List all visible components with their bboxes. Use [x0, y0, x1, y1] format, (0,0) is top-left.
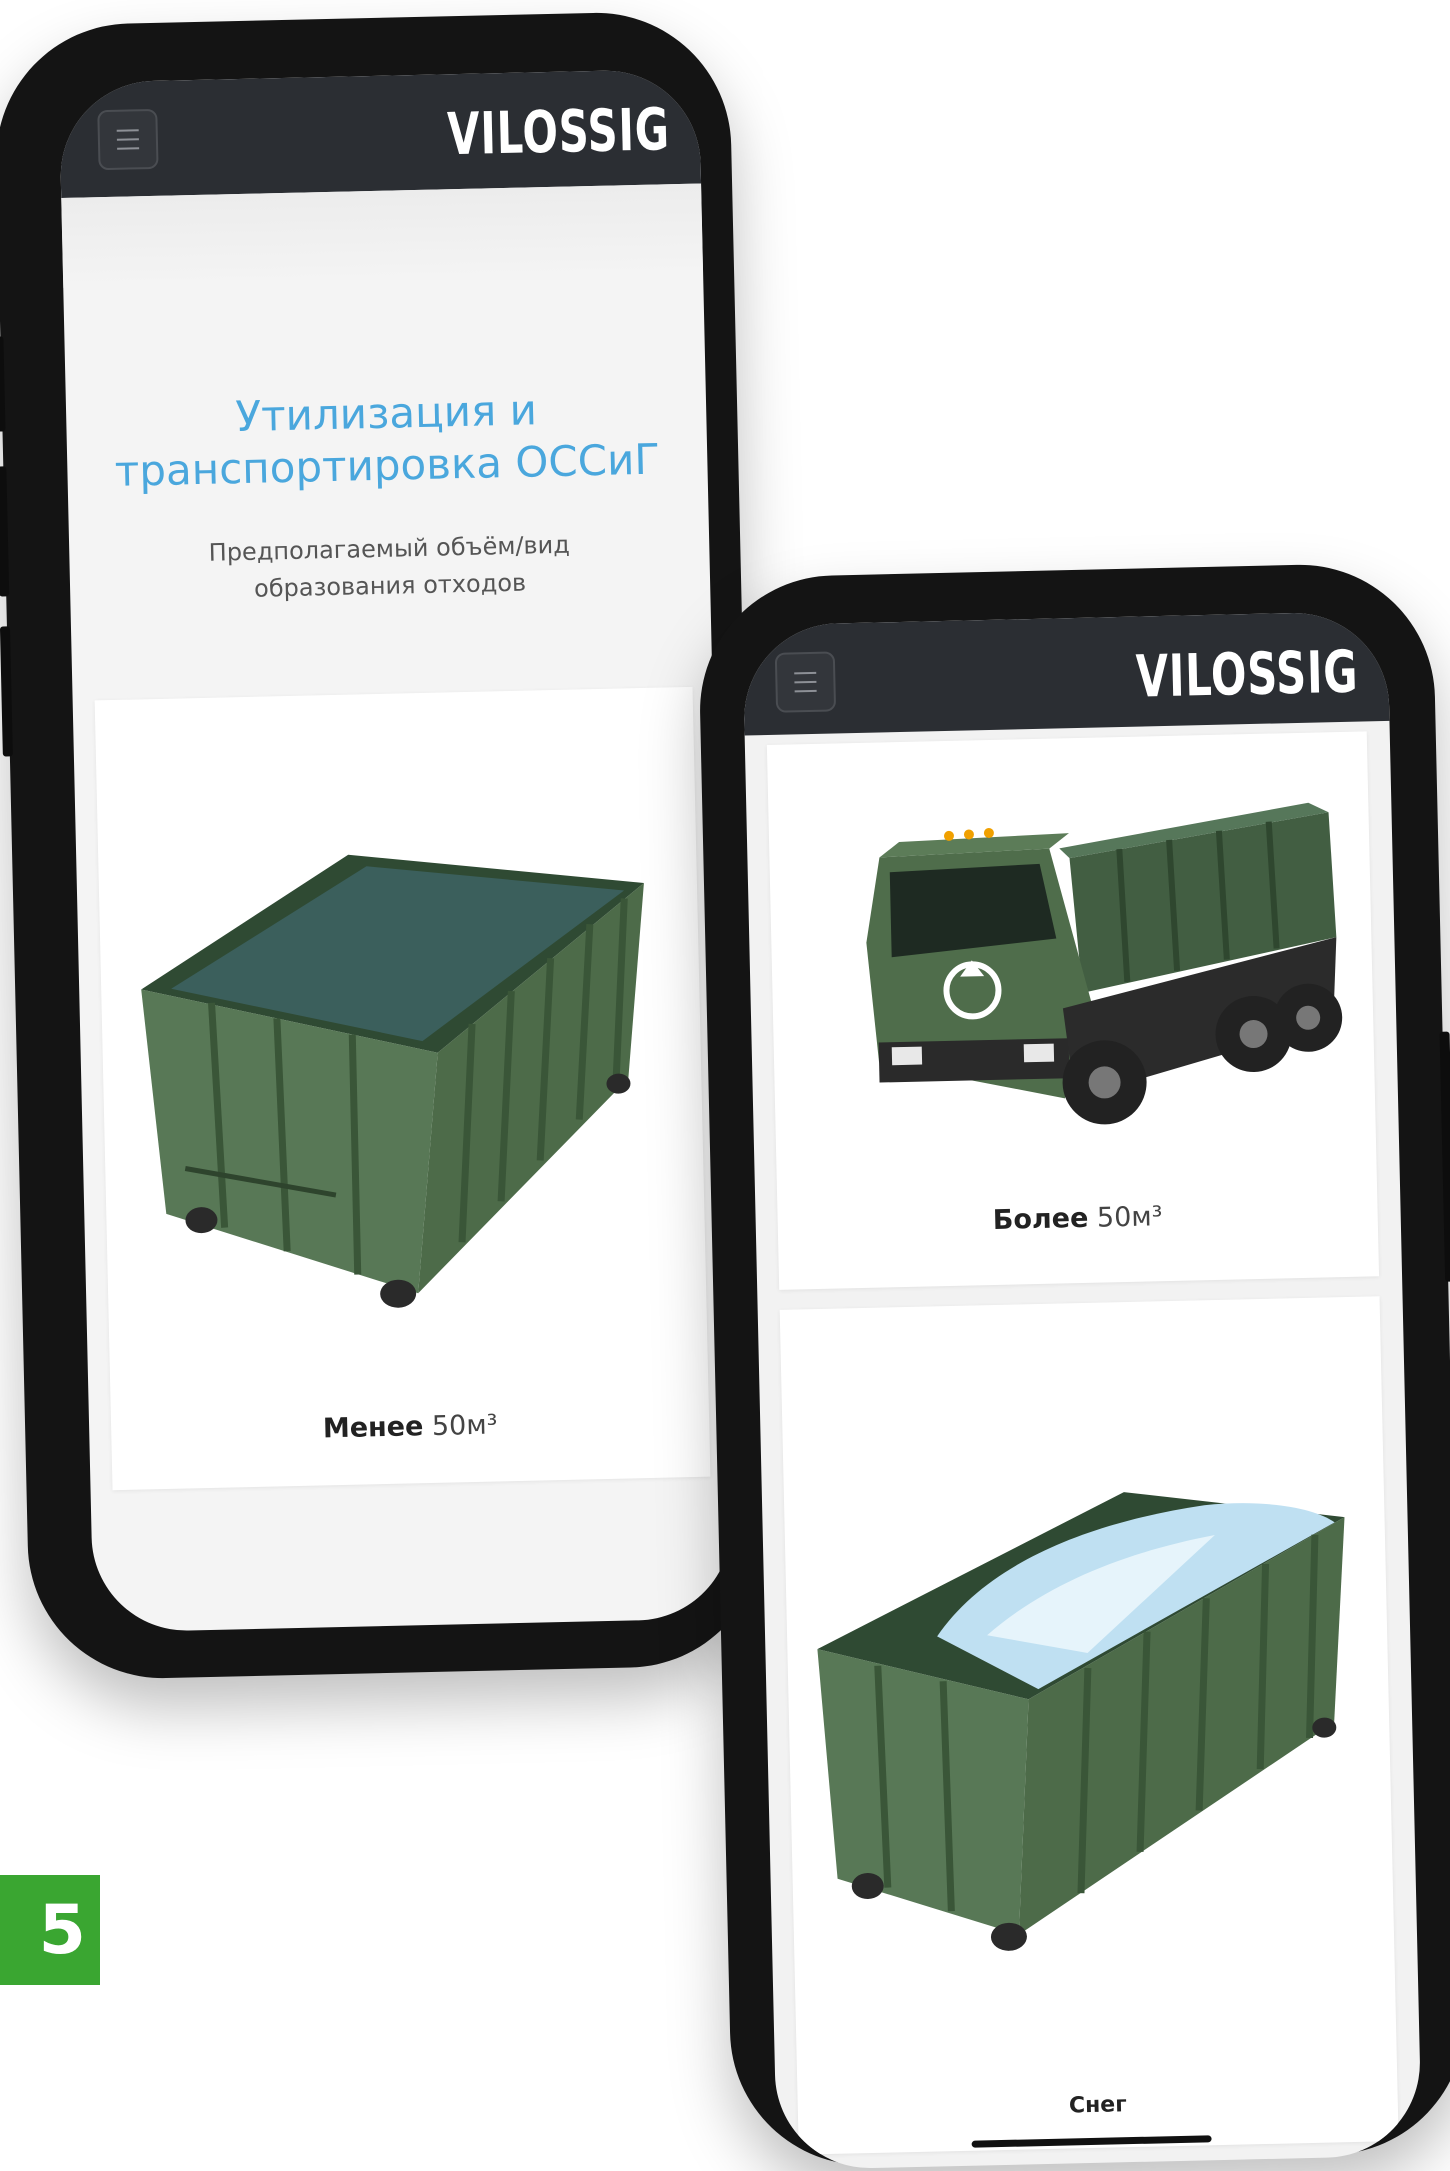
option-label-bold: Менее	[322, 1411, 424, 1445]
menu-button[interactable]	[774, 651, 837, 713]
option-card-less-50[interactable]: Менее 50м³	[94, 686, 711, 1491]
phone-frame-1: VILOSSIG Утилизация и транспортировка ОС…	[0, 9, 766, 1682]
menu-icon	[794, 671, 817, 675]
option-label: Менее 50м³	[111, 1405, 710, 1450]
option-label-bold: Более	[992, 1202, 1089, 1236]
option-label-volume: 50м³	[431, 1409, 498, 1442]
option-label-volume: 50м³	[1096, 1201, 1163, 1234]
phone-screen-2: VILOSSIG Более 50м³ Снег	[742, 610, 1423, 2171]
snow-container-image	[817, 1492, 1345, 1951]
app-header: VILOSSIG	[58, 68, 702, 199]
brand-logo[interactable]: VILOSSIG	[1135, 638, 1359, 711]
option-card-snow[interactable]: Снег	[779, 1296, 1399, 2155]
page-subtitle: Предполагаемый объём/вид образования отх…	[208, 530, 571, 603]
volume-down-button	[0, 466, 10, 597]
power-button	[1439, 1031, 1450, 1282]
app-header: VILOSSIG	[742, 610, 1390, 736]
roll-off-container-image	[141, 854, 644, 1308]
phone-frame-2: VILOSSIG Более 50м³ Снег	[697, 561, 1450, 2171]
option-label: Более 50м³	[777, 1196, 1378, 1241]
menu-icon	[116, 129, 139, 132]
step-badge: 5	[0, 1875, 100, 1985]
option-card-more-50[interactable]: Более 50м³	[766, 731, 1380, 1290]
menu-button[interactable]	[97, 108, 159, 171]
page-title: Утилизация и транспортировка ОССиГ	[114, 385, 661, 496]
brand-logo[interactable]: VILOSSIG	[447, 95, 671, 168]
volume-up-button	[0, 336, 6, 432]
dump-truck-image	[866, 802, 1343, 1125]
phone-screen-1: VILOSSIG Утилизация и транспортировка ОС…	[58, 68, 734, 1633]
option-label-bold: Снег	[1068, 2092, 1127, 2119]
header-shadow	[61, 183, 704, 289]
silent-switch	[0, 626, 13, 757]
option-label: Снег	[798, 2086, 1398, 2125]
